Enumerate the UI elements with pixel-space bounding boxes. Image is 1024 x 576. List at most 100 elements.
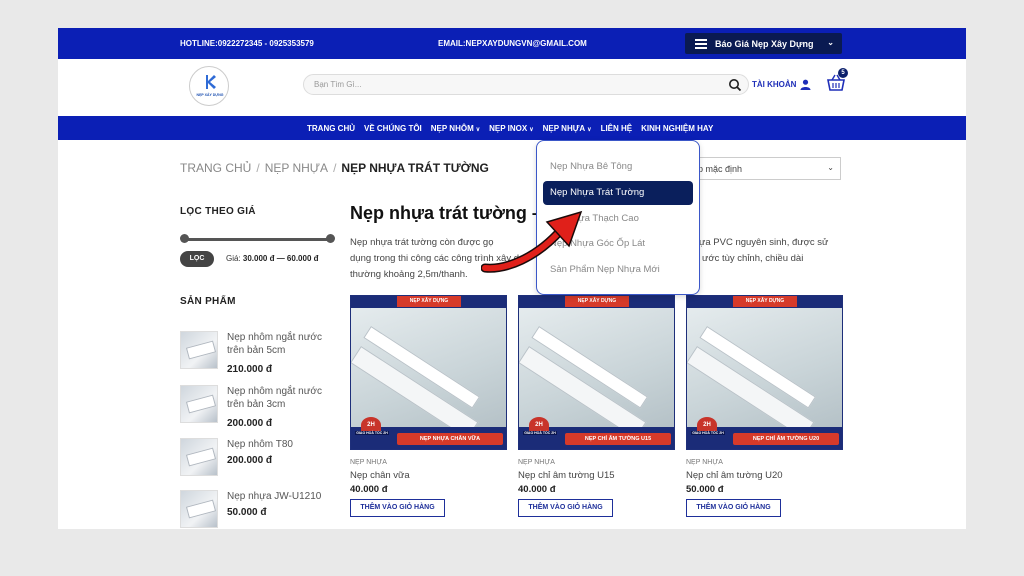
product-thumbnail[interactable] [180, 385, 218, 423]
delivery-badge: 2H GIAO HOẢ TỐC 2H [523, 417, 557, 443]
logo-mark-icon [206, 75, 216, 89]
site-header: NẸP XÂY DỰNG Bạn Tìm Gì... TÀI KHOẢN 5 [58, 59, 966, 116]
sidebar-product-price: 210.000 đ [227, 364, 273, 375]
web-page: HOTLINE:0922272345 - 0925353579 EMAIL:NE… [58, 28, 966, 529]
sort-selected-value: ếp mặc định [693, 164, 743, 174]
description-line-1-right: ựa PVC nguyên sinh, được sử [699, 237, 829, 248]
product-category[interactable]: NẸP NHỰA [518, 459, 555, 466]
brand-tag: NẸP XÂY DỰNG [565, 296, 629, 307]
breadcrumb-home[interactable]: TRANG CHỦ [180, 161, 251, 175]
price-prefix: Giá: [226, 254, 241, 263]
product-banner: NẸP NHỰA CHÂN VỮA [397, 433, 503, 445]
price-range-text: Giá: 30.000 đ — 60.000 đ [226, 254, 319, 263]
product-price: 40.000 đ [518, 484, 556, 495]
nav-item-label: NẸP NHỰA [542, 124, 586, 133]
nav-list: TRANG CHỦ VỀ CHÚNG TÔI NẸP NHÔM ∨ NẸP INOX ∨ N… [307, 124, 713, 133]
breadcrumb: TRANG CHỦ / NẸP NHỰA / NẸP NHỰA TRÁT TƯỜNG [180, 161, 489, 175]
nav-item-4[interactable]: NẸP NHỰA ∨ [543, 124, 592, 133]
add-to-cart-button[interactable]: THÊM VÀO GIỎ HÀNG [350, 499, 445, 517]
price-slider-max-handle[interactable] [326, 234, 335, 243]
product-name[interactable]: Nẹp chỉ âm tường U15 [518, 470, 615, 481]
chevron-down-icon: ∨ [475, 127, 481, 133]
nav-item-label: LIÊN HỆ [600, 124, 633, 133]
search-placeholder: Bạn Tìm Gì... [314, 80, 362, 89]
product-image[interactable]: NẸP XÂY DỰNG NẸP CHỈ ÂM TƯỜNG U20 2H GIAO H… [686, 295, 843, 450]
breadcrumb-separator: / [256, 161, 260, 175]
quote-menu-button[interactable]: Báo Giá Nẹp Xây Dựng ⌄ [685, 33, 842, 54]
product-banner: NẸP CHỈ ÂM TƯỜNG U15 [565, 433, 671, 445]
products-heading: SẢN PHẨM [180, 296, 236, 307]
product-price: 40.000 đ [350, 484, 388, 495]
dropdown-item-trat-tuong[interactable]: Nẹp Nhựa Trát Tường [543, 181, 693, 205]
quote-menu-label: Báo Giá Nẹp Xây Dựng [715, 38, 814, 49]
nav-item-1[interactable]: VỀ CHÚNG TÔI [364, 124, 422, 133]
red-pointer-arrow-icon [481, 210, 583, 273]
cart-button[interactable]: 5 [826, 68, 848, 93]
breadcrumb-current: NẸP NHỰA TRÁT TƯỜNG [341, 161, 489, 175]
product-category[interactable]: NẸP NHỰA [350, 459, 387, 466]
filter-button[interactable]: LỌC [180, 251, 214, 267]
product-image[interactable]: NẸP XÂY DỰNG NẸP CHỈ ÂM TƯỜNG U15 2H GIAO H… [518, 295, 675, 450]
breadcrumb-separator: / [333, 161, 337, 175]
top-bar: HOTLINE:0922272345 - 0925353579 EMAIL:NE… [58, 28, 966, 59]
nav-item-6[interactable]: KINH NGHIỆM HAY [641, 124, 713, 133]
sidebar-product-price: 50.000 đ [227, 507, 267, 518]
sidebar-product-name[interactable]: Nẹp nhôm ngắt nước trên bản 5cm [227, 331, 337, 357]
product-image[interactable]: NẸP XÂY DỰNG NẸP NHỰA CHÂN VỮA 2H GIAO HOẢ … [350, 295, 507, 450]
nav-item-label: KINH NGHIỆM HAY [641, 124, 714, 133]
account-link[interactable]: TÀI KHOẢN [752, 79, 811, 90]
price-filter-heading: LỌC THEO GIÁ [180, 206, 256, 217]
delivery-badge-label: GIAO HOẢ TỐC 2H [355, 431, 389, 435]
site-logo[interactable]: NẸP XÂY DỰNG [189, 66, 229, 106]
hamburger-icon [695, 39, 707, 49]
price-slider-min-handle[interactable] [180, 234, 189, 243]
breadcrumb-parent[interactable]: NẸP NHỰA [265, 161, 328, 175]
chevron-down-icon: ∨ [587, 127, 592, 133]
nav-item-label: TRANG CHỦ [307, 124, 355, 133]
nav-item-label: VỀ CHÚNG TÔI [364, 124, 422, 133]
brand-tag: NẸP XÂY DỰNG [733, 296, 797, 307]
email-text[interactable]: EMAIL:NEPXAYDUNGVN@GMAIL.COM [438, 39, 587, 48]
product-category[interactable]: NẸP NHỰA [686, 459, 723, 466]
nav-item-label: NẸP INOX [489, 124, 528, 133]
description-line-1-left: Nẹp nhựa trát tường còn được gọ [350, 237, 494, 248]
nav-item-2[interactable]: NẸP NHÔM ∨ [431, 124, 480, 133]
hotline-text[interactable]: HOTLINE:0922272345 - 0925353579 [180, 39, 314, 48]
product-name[interactable]: Nẹp chân vữa [350, 470, 410, 481]
cart-count-badge: 5 [838, 68, 848, 78]
nav-item-0[interactable]: TRANG CHỦ [307, 124, 355, 133]
search-input[interactable]: Bạn Tìm Gì... [303, 74, 749, 95]
add-to-cart-button[interactable]: THÊM VÀO GIỎ HÀNG [686, 499, 781, 517]
sort-select[interactable]: ếp mặc định ⌄ [682, 157, 841, 180]
dropdown-item-be-tong[interactable]: Nẹp Nhựa Bê Tông [550, 161, 632, 172]
chevron-down-icon: ⌄ [827, 163, 834, 172]
price-range-value: 30.000 đ — 60.000 đ [242, 254, 319, 263]
sidebar-product-price: 200.000 đ [227, 418, 273, 429]
user-icon [800, 79, 811, 90]
sidebar-product-name[interactable]: Nẹp nhôm T80 [227, 438, 337, 451]
product-thumbnail[interactable] [180, 438, 218, 476]
product-name[interactable]: Nẹp chỉ âm tường U20 [686, 470, 783, 481]
add-to-cart-button[interactable]: THÊM VÀO GIỎ HÀNG [518, 499, 613, 517]
sidebar-product-name[interactable]: Nẹp nhựa JW-U1210 [227, 490, 337, 503]
delivery-badge-label: GIAO HOẢ TỐC 2H [523, 431, 557, 435]
brand-tag: NẸP XÂY DỰNG [397, 296, 461, 307]
main-nav: TRANG CHỦ VỀ CHÚNG TÔI NẸP NHÔM ∨ NẸP INOX ∨ N… [58, 116, 966, 140]
sidebar-product-price: 200.000 đ [227, 455, 273, 466]
sidebar-product-name[interactable]: Nẹp nhôm ngắt nước trên bản 3cm [227, 385, 337, 411]
nav-item-3[interactable]: NẸP INOX ∨ [489, 124, 534, 133]
search-icon[interactable] [728, 78, 742, 92]
account-label: TÀI KHOẢN [752, 80, 797, 89]
logo-text: NẸP XÂY DỰNG [196, 93, 224, 97]
nav-item-5[interactable]: LIÊN HỆ [601, 124, 633, 133]
product-thumbnail[interactable] [180, 490, 218, 528]
delivery-badge: 2H GIAO HOẢ TỐC 2H [691, 417, 725, 443]
delivery-badge: 2H GIAO HOẢ TỐC 2H [355, 417, 389, 443]
price-slider-track[interactable] [184, 238, 330, 241]
chevron-down-icon: ∨ [529, 127, 534, 133]
product-banner: NẸP CHỈ ÂM TƯỜNG U20 [733, 433, 839, 445]
product-price: 50.000 đ [686, 484, 724, 495]
delivery-badge-label: GIAO HOẢ TỐC 2H [691, 431, 725, 435]
nav-item-label: NẸP NHÔM [430, 124, 474, 133]
product-thumbnail[interactable] [180, 331, 218, 369]
